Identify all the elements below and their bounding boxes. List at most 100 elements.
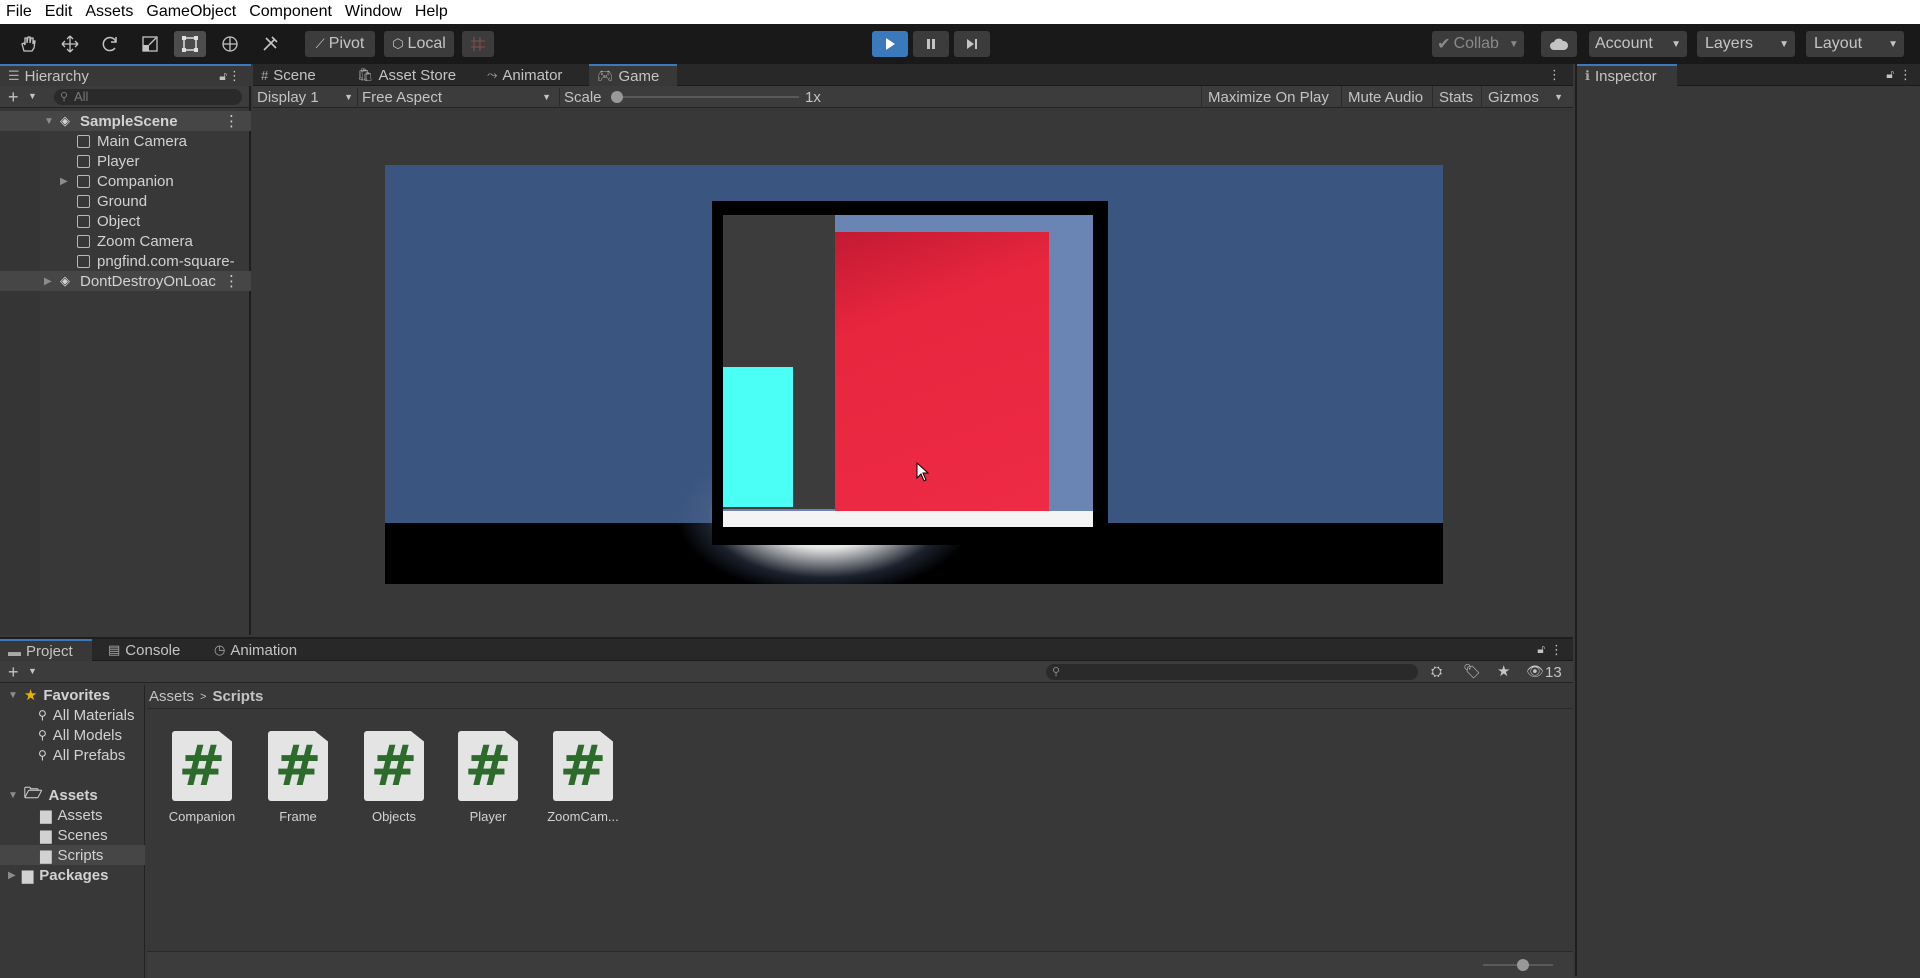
menu-window[interactable]: Window [345,3,402,21]
rotate-icon[interactable] [94,31,126,57]
expand-arrow-icon[interactable]: ▶ [8,870,16,881]
favorite-all-prefabs[interactable]: ⚲ All Prefabs [0,745,145,765]
breadcrumb-scripts[interactable]: Scripts [212,688,263,705]
collab-button[interactable]: ✔ Collab ▼ [1432,31,1524,57]
add-icon[interactable]: + [8,662,19,683]
favorite-all-models[interactable]: ⚲ All Models [0,725,145,745]
hierarchy-item-object[interactable]: Object [0,211,251,231]
lock-icon[interactable]: 🔓︎ [219,69,227,84]
layout-dropdown[interactable]: Layout ▼ [1806,31,1904,57]
menu-edit[interactable]: Edit [45,3,73,21]
more-menu-icon[interactable]: ⋮ [1899,67,1912,83]
tab-asset-store[interactable]: 🛍︎ Asset Store [349,64,464,86]
pause-button[interactable] [913,31,949,57]
hierarchy-item-zoom-camera[interactable]: Zoom Camera [0,231,251,251]
tab-game[interactable]: 🎮︎ Game [589,64,677,86]
hierarchy-search-input[interactable]: ⚲ All [54,89,242,105]
icon-size-slider-handle[interactable] [1517,959,1529,971]
move-icon[interactable] [54,31,86,57]
script-zoomcam[interactable]: # ZoomCam... [538,731,628,824]
hierarchy-scene-dontdestroy[interactable]: ▶ ◈ DontDestroyOnLoac ⋮ [0,271,251,291]
tab-hierarchy[interactable]: ☰ Hierarchy 🔓︎ ⋮ [0,64,251,86]
hierarchy-item-main-camera[interactable]: Main Camera [0,131,251,151]
scale-text: Scale [564,88,602,106]
rect-icon[interactable] [174,31,206,57]
expand-arrow-icon[interactable]: ▼ [8,790,18,801]
hand-icon[interactable] [12,31,44,57]
project-search-input[interactable]: ⚲ [1046,664,1418,680]
expand-arrow-icon[interactable]: ▼ [44,116,54,127]
breadcrumb-assets[interactable]: Assets [149,688,194,705]
stats-toggle[interactable]: Stats [1432,86,1479,108]
tab-animation[interactable]: ◷ Animation [206,639,305,661]
hierarchy-item-ground[interactable]: Ground [0,191,251,211]
folder-scenes[interactable]: ▆ Scenes [0,825,145,845]
more-menu-icon[interactable]: ⋮ [1548,67,1561,83]
hidden-eye-icon[interactable]: 👁︎ [1526,663,1544,680]
layers-dropdown[interactable]: Layers ▼ [1697,31,1795,57]
more-menu-icon[interactable]: ⋮ [224,112,239,130]
menu-help[interactable]: Help [415,3,448,21]
folder-scripts[interactable]: ▆ Scripts [0,845,145,865]
chevron-down-icon: ▼ [1554,92,1563,102]
chevron-down-icon[interactable]: ▼ [28,666,37,676]
hierarchy-item-companion[interactable]: ▶ Companion [0,171,251,191]
star-icon[interactable]: ★ [1497,662,1510,680]
hierarchy-item-player[interactable]: Player [0,151,251,171]
gizmos-dropdown[interactable]: Gizmos ▼ [1481,86,1567,108]
tab-scene[interactable]: # Scene [253,64,324,86]
expand-arrow-icon[interactable]: ▶ [60,176,68,187]
gameobject-icon [77,254,90,268]
script-companion[interactable]: # Companion [157,731,247,824]
more-menu-icon[interactable]: ⋮ [224,272,239,290]
folder-assets[interactable]: ▆ Assets [0,805,145,825]
aspect-dropdown[interactable]: Free Aspect ▼ [357,88,551,106]
more-menu-icon[interactable]: ⋮ [228,68,241,84]
custom-tool-icon[interactable] [254,31,286,57]
favorite-all-materials[interactable]: ⚲ All Materials [0,705,145,725]
local-button[interactable]: ⬡ Local [384,31,454,57]
maximize-on-play-toggle[interactable]: Maximize On Play [1201,86,1335,108]
display-dropdown[interactable]: Display 1 ▼ [257,88,353,106]
add-icon[interactable]: + [8,87,19,108]
label-tag-icon[interactable]: 🏷︎ [1463,663,1481,680]
script-player[interactable]: # Player [443,731,533,824]
tab-inspector[interactable]: ℹ Inspector [1577,64,1677,86]
expand-arrow-icon[interactable]: ▶ [44,276,52,287]
mute-audio-toggle[interactable]: Mute Audio [1341,86,1429,108]
hierarchy-item-pngfind[interactable]: pngfind.com-square- [0,251,251,271]
script-frame[interactable]: # Frame [253,731,343,824]
menu-assets[interactable]: Assets [85,3,133,21]
menu-file[interactable]: File [6,3,32,21]
lock-icon[interactable]: 🔓︎ [1537,642,1545,657]
scale-icon[interactable] [134,31,166,57]
filter-type-icon[interactable]: ⛭ [1431,663,1442,680]
cloud-button[interactable] [1541,31,1577,57]
more-menu-icon[interactable]: ⋮ [1550,642,1563,658]
menu-gameobject[interactable]: GameObject [146,3,236,21]
play-button[interactable] [872,31,908,57]
tab-animator[interactable]: ⤳ Animator [479,64,570,86]
hierarchy-tabbar: ☰ Hierarchy 🔓︎ ⋮ [0,64,251,86]
assets-header[interactable]: ▼ 🗁︎ Assets [0,785,145,805]
grid-snap-icon[interactable] [462,31,494,57]
tab-project[interactable]: ▬ Project [0,639,92,661]
chevron-down-icon[interactable]: ▼ [28,91,37,101]
favorites-header[interactable]: ▼ ★ Favorites [0,685,145,705]
packages-header[interactable]: ▶ ▆ Packages [0,865,145,885]
scale-slider-handle[interactable] [611,91,623,103]
tab-console[interactable]: ▤ Console [100,639,188,661]
chevron-down-icon: ▼ [344,92,353,102]
account-dropdown[interactable]: Account ▼ [1589,31,1687,57]
expand-arrow-icon[interactable]: ▼ [8,690,18,701]
chevron-down-icon: ▼ [1508,38,1519,50]
step-button[interactable] [954,31,990,57]
lock-icon[interactable]: 🔓︎ [1886,67,1894,82]
scale-slider-track[interactable] [615,96,799,98]
game-viewport[interactable] [385,165,1443,584]
hierarchy-scene-sample[interactable]: ▼ ◈ SampleScene ⋮ [0,111,251,131]
transform-icon[interactable] [214,31,246,57]
pivot-button[interactable]: ⟋ Pivot [305,31,375,57]
menu-component[interactable]: Component [249,3,332,21]
script-objects[interactable]: # Objects [349,731,439,824]
